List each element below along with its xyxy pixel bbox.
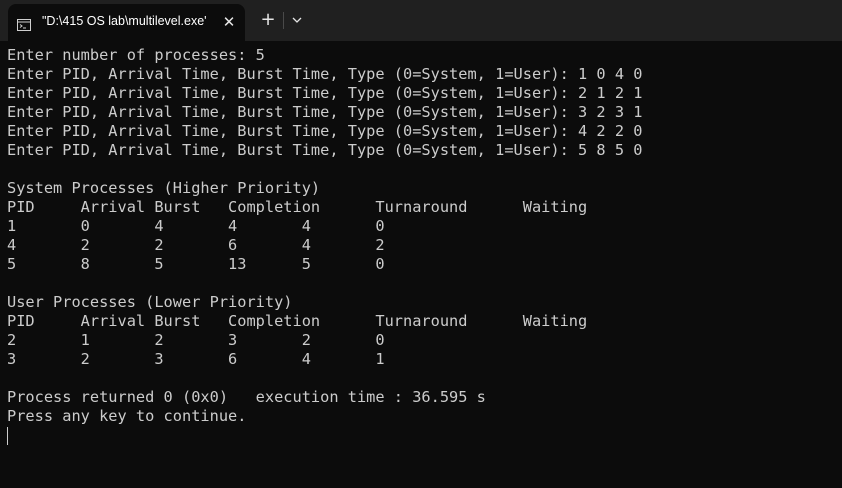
close-icon[interactable]: ✕ (220, 12, 238, 32)
new-tab-button[interactable]: + (258, 9, 278, 31)
console-line: Process returned 0 (0x0) execution time … (7, 388, 486, 406)
title-bar: "D:\415 OS lab\multilevel.exe' ✕ + (0, 0, 842, 41)
console-line: PID Arrival Burst Completion Turnaround … (7, 312, 588, 330)
console-line: Enter PID, Arrival Time, Burst Time, Typ… (7, 141, 643, 159)
console-line: 1 0 4 4 4 0 (7, 217, 385, 235)
chevron-down-icon[interactable] (289, 10, 305, 30)
console-line: 4 2 2 6 4 2 (7, 236, 385, 254)
console-line: Enter number of processes: 5 (7, 46, 265, 64)
console-line: Press any key to continue. (7, 407, 247, 425)
console-line: Enter PID, Arrival Time, Burst Time, Typ… (7, 103, 643, 121)
console-line: Enter PID, Arrival Time, Burst Time, Typ… (7, 122, 643, 140)
tab-divider (283, 12, 284, 29)
console-line: 3 2 3 6 4 1 (7, 350, 385, 368)
console-line: Enter PID, Arrival Time, Burst Time, Typ… (7, 84, 643, 102)
console-line: PID Arrival Burst Completion Turnaround … (7, 198, 588, 216)
console-output[interactable]: Enter number of processes: 5 Enter PID, A… (7, 46, 837, 484)
text-cursor (7, 427, 8, 445)
console-line: System Processes (Higher Priority) (7, 179, 321, 197)
tab-title: "D:\415 OS lab\multilevel.exe' (42, 14, 207, 28)
console-line: User Processes (Lower Priority) (7, 293, 293, 311)
terminal-icon (17, 16, 31, 31)
tab-active[interactable]: "D:\415 OS lab\multilevel.exe' ✕ (8, 4, 245, 41)
console-line: 2 1 2 3 2 0 (7, 331, 385, 349)
console-line: 5 8 5 13 5 0 (7, 255, 385, 273)
terminal-window: "D:\415 OS lab\multilevel.exe' ✕ + Enter… (0, 0, 842, 488)
console-line: Enter PID, Arrival Time, Burst Time, Typ… (7, 65, 643, 83)
